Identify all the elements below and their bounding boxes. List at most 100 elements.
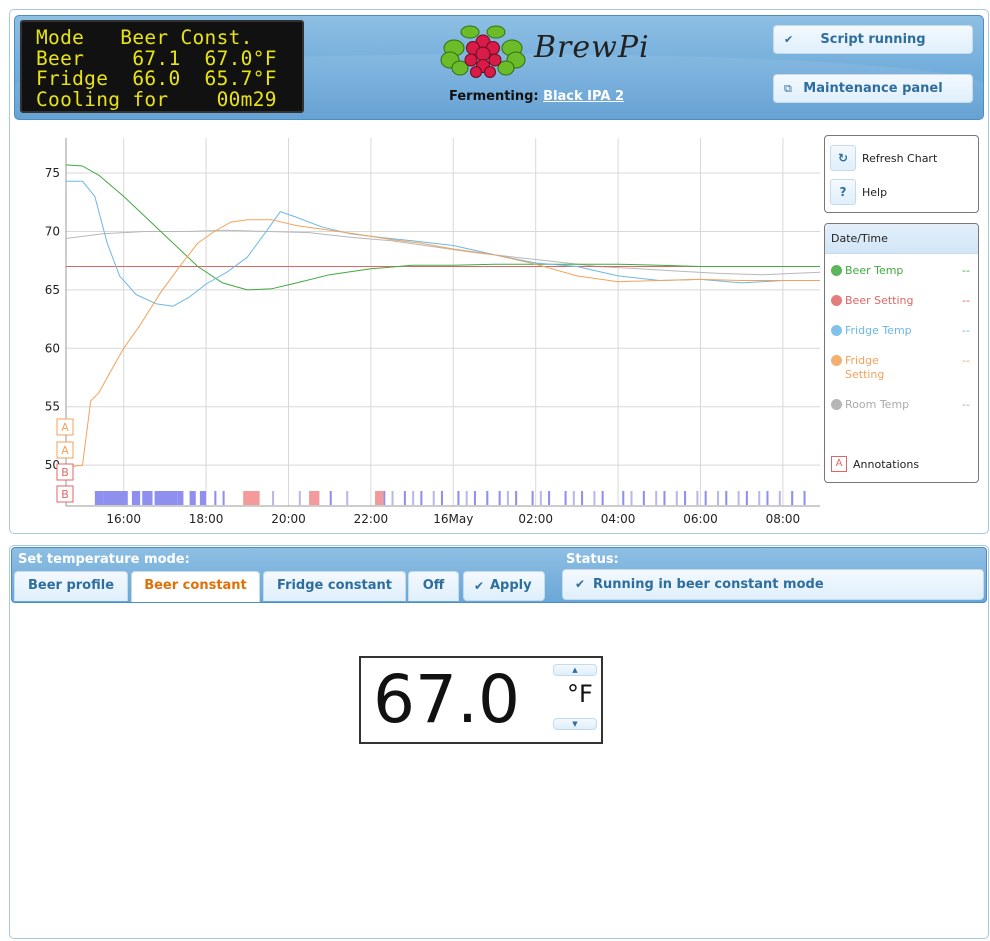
cooling-band bbox=[103, 491, 128, 505]
lcd-display: Mode Beer Const. Beer 67.1 67.0°F Fridge… bbox=[20, 20, 304, 113]
idle-band bbox=[346, 491, 349, 505]
cooling-band bbox=[199, 491, 207, 505]
apply-button[interactable]: ✔ Apply bbox=[463, 571, 545, 601]
x-tick-label: 02:00 bbox=[518, 512, 553, 526]
legend-value: -- bbox=[962, 294, 970, 307]
x-tick-label: 16:00 bbox=[106, 512, 141, 526]
cooling-band bbox=[531, 491, 534, 505]
fermenting-status: Fermenting: Black IPA 2 bbox=[449, 89, 624, 104]
cooling-band bbox=[177, 491, 184, 505]
heating-band bbox=[243, 491, 260, 505]
idle-band bbox=[655, 491, 658, 505]
y-tick-label: 70 bbox=[45, 224, 60, 238]
tab-fridge-constant[interactable]: Fridge constant bbox=[263, 571, 406, 601]
check-icon: ✔ bbox=[474, 579, 485, 593]
y-tick-label: 65 bbox=[45, 283, 60, 297]
chart-controls: ↻ Refresh Chart ? Help bbox=[824, 135, 979, 213]
help-button[interactable]: ? Help bbox=[830, 178, 887, 206]
idle-band bbox=[675, 491, 678, 505]
cooling-band bbox=[564, 491, 567, 505]
cooling-band bbox=[131, 491, 141, 505]
cooling-band bbox=[486, 491, 489, 505]
tab-off[interactable]: Off bbox=[408, 571, 459, 601]
legend-dot bbox=[831, 295, 842, 306]
status-title: Status: bbox=[566, 552, 619, 567]
idle-band bbox=[758, 491, 761, 505]
y-tick-label: 55 bbox=[45, 400, 60, 414]
temperature-chart[interactable]: 50 55 60 65 70 75 16:00 18:00 20:00 22:00 16May 02:… bbox=[14, 132, 824, 532]
check-icon: ✔ bbox=[784, 33, 794, 46]
cooling-band bbox=[725, 491, 728, 505]
annotations-icon[interactable]: A bbox=[831, 456, 847, 472]
idle-band bbox=[506, 491, 509, 505]
y-tick-label: 60 bbox=[45, 341, 60, 355]
cooling-band bbox=[622, 491, 625, 505]
x-tick-label: 18:00 bbox=[189, 512, 224, 526]
cooling-band bbox=[601, 491, 604, 505]
chart-canvas[interactable]: 50556065707516:00 18:00 20:00 22:00 16May 02:… bbox=[14, 132, 824, 532]
beer-name-link[interactable]: Black IPA 2 bbox=[543, 89, 624, 104]
idle-band bbox=[696, 491, 699, 505]
cooling-band bbox=[142, 491, 153, 505]
refresh-chart-button[interactable]: ↻ Refresh Chart bbox=[830, 144, 937, 172]
lcd-line-3: Fridge 66.0 65.7°F bbox=[36, 67, 277, 90]
tab-beer-constant[interactable]: Beer constant bbox=[131, 571, 260, 602]
mode-title: Set temperature mode: bbox=[18, 552, 190, 567]
idle-band bbox=[412, 491, 415, 505]
legend-name: Beer Temp bbox=[845, 264, 904, 277]
chart-plot-area bbox=[66, 138, 820, 506]
temperature-input[interactable]: 67.0 ▲ °F ▼ bbox=[359, 656, 603, 744]
cooling-band bbox=[684, 491, 687, 505]
refresh-icon: ↻ bbox=[830, 145, 856, 171]
cooling-band bbox=[189, 491, 196, 505]
cooling-band bbox=[383, 491, 386, 505]
legend-name: Fridge Setting bbox=[845, 354, 885, 381]
legend-value: -- bbox=[962, 354, 970, 367]
temperature-value[interactable]: 67.0 bbox=[373, 660, 520, 740]
refresh-chart-label: Refresh Chart bbox=[862, 151, 938, 165]
legend-dot bbox=[831, 325, 842, 336]
idle-band bbox=[272, 491, 275, 505]
cooling-band bbox=[329, 491, 332, 505]
temperature-decrease-button[interactable]: ▼ bbox=[553, 718, 597, 730]
idle-band bbox=[539, 491, 542, 505]
legend-value: -- bbox=[962, 324, 970, 337]
idle-band bbox=[298, 491, 301, 505]
cooling-band bbox=[457, 491, 460, 505]
lcd-line-1: Mode Beer Const. bbox=[36, 26, 253, 49]
cooling-band bbox=[803, 491, 806, 505]
cooling-band bbox=[403, 491, 406, 505]
temperature-increase-button[interactable]: ▲ bbox=[553, 664, 597, 676]
heating-band bbox=[375, 491, 384, 505]
idle-band bbox=[716, 491, 720, 505]
cooling-band bbox=[154, 491, 178, 505]
help-label: Help bbox=[862, 185, 888, 199]
x-tick-label: 04:00 bbox=[601, 512, 636, 526]
idle-band bbox=[572, 491, 575, 505]
cooling-band bbox=[94, 491, 104, 505]
idle-band bbox=[465, 491, 468, 505]
legend-name: Beer Setting bbox=[845, 294, 914, 307]
idle-band bbox=[778, 491, 781, 505]
x-tick-label: 16May bbox=[433, 512, 473, 526]
y-tick-label: 75 bbox=[45, 166, 60, 180]
x-tick-label: 22:00 bbox=[354, 512, 389, 526]
cooling-band bbox=[440, 491, 443, 505]
x-tick-label: 06:00 bbox=[683, 512, 718, 526]
legend-dot bbox=[831, 265, 842, 276]
triangle-down-icon: ▼ bbox=[572, 720, 578, 728]
script-running-button[interactable]: ✔ Script running bbox=[773, 25, 973, 54]
maintenance-panel-button[interactable]: ⧉ Maintenance panel bbox=[773, 74, 973, 103]
legend-name: Fridge Temp bbox=[845, 324, 912, 337]
legend-name: Room Temp bbox=[845, 398, 910, 411]
annotation-marker-label: A bbox=[61, 444, 69, 457]
annotations-label[interactable]: Annotations bbox=[853, 458, 919, 471]
cooling-band bbox=[420, 491, 423, 505]
tab-beer-profile[interactable]: Beer profile bbox=[14, 571, 128, 601]
x-tick-label: 20:00 bbox=[271, 512, 306, 526]
cooling-band bbox=[663, 491, 666, 505]
idle-band bbox=[593, 491, 596, 505]
brewpi-logo-text: BrewPi bbox=[534, 30, 650, 65]
annotation-marker-label: A bbox=[61, 421, 69, 434]
new-window-icon: ⧉ bbox=[784, 82, 792, 95]
